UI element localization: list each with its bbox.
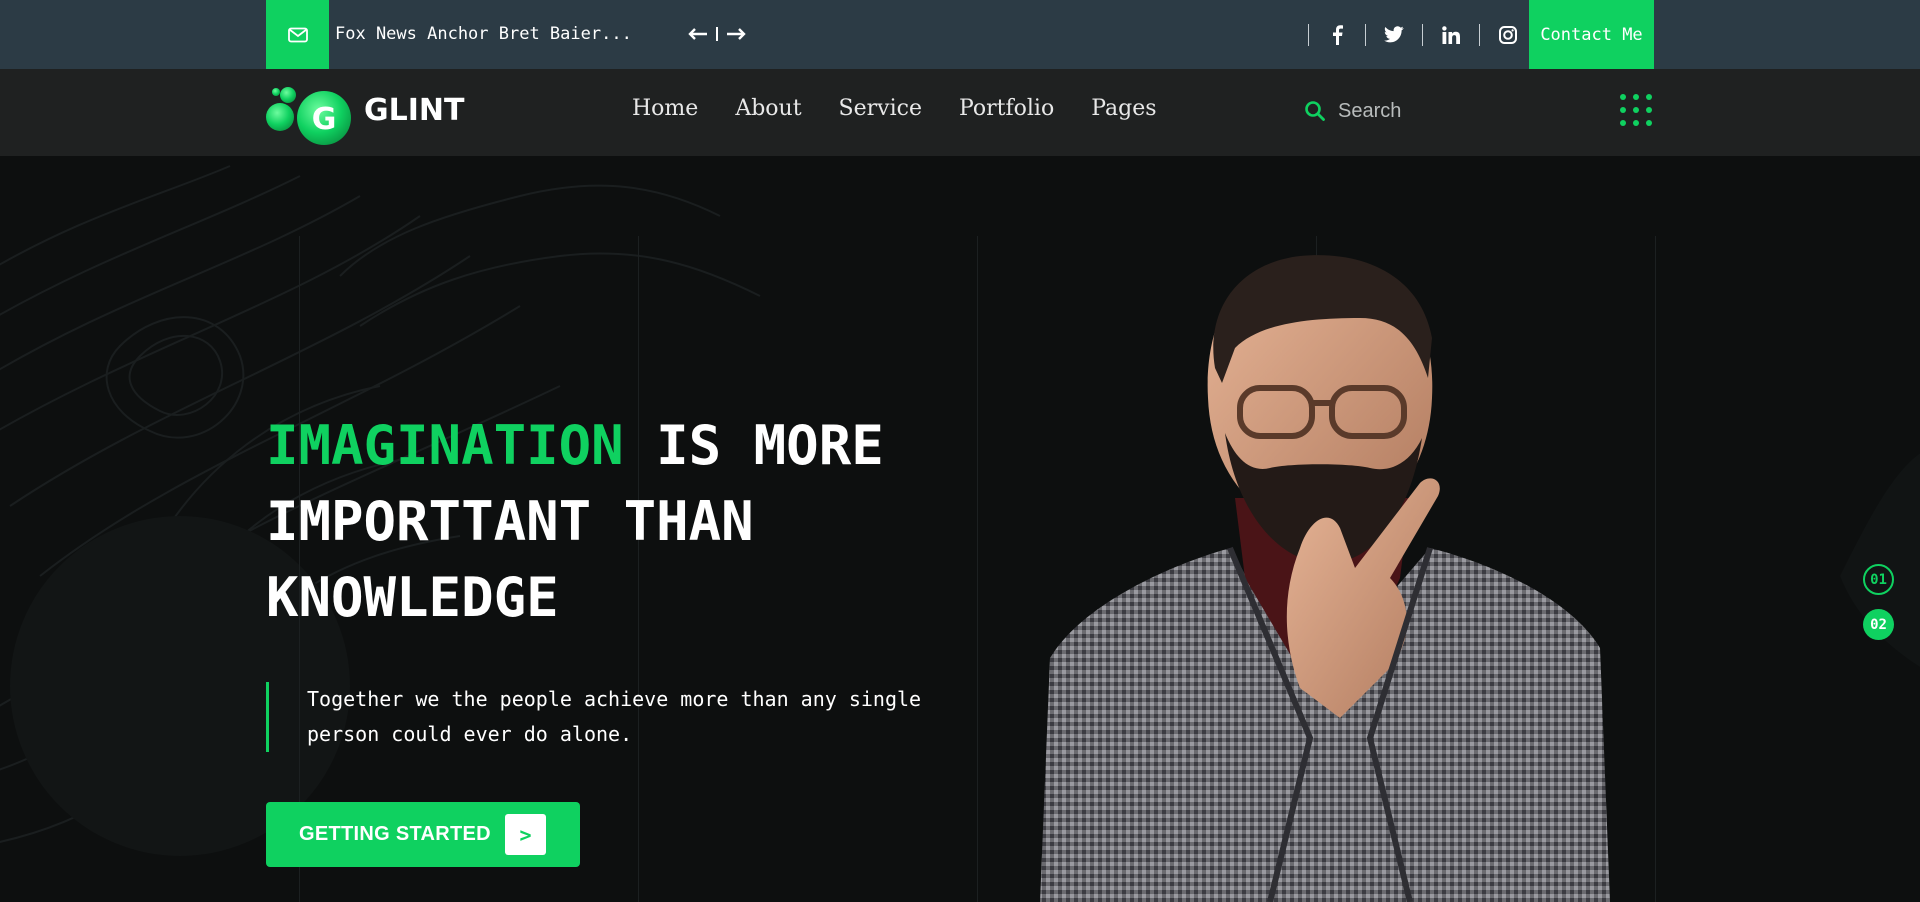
ticker-controls (688, 26, 746, 42)
search-box (1302, 91, 1532, 131)
facebook-icon[interactable] (1309, 0, 1365, 69)
ticker-divider (716, 27, 718, 41)
contact-me-button[interactable]: Contact Me (1529, 0, 1654, 69)
quote-line: Together we the people achieve more than… (307, 687, 922, 711)
search-input[interactable] (1338, 99, 1528, 123)
quote-line: person could ever do alone. (307, 722, 633, 746)
getting-started-button[interactable]: GETTING STARTED > (266, 802, 580, 867)
mail-button[interactable] (266, 0, 329, 69)
slide-pager: 01 02 (1863, 564, 1894, 640)
instagram-icon[interactable] (1480, 0, 1536, 69)
primary-menu: Home About Service Portfolio Pages (632, 96, 1194, 121)
envelope-icon (287, 27, 308, 42)
nav-item-service[interactable]: Service (839, 96, 922, 121)
top-bar: Fox News Anchor Bret Baier... Contact Me (0, 0, 1920, 69)
logo-wordmark[interactable]: GLINT (364, 93, 464, 128)
news-ticker[interactable]: Fox News Anchor Bret Baier... (335, 24, 632, 44)
nav-item-home[interactable]: Home (632, 96, 698, 121)
hero-portrait-image (1040, 255, 1610, 902)
grid-line (977, 236, 978, 902)
grid-line (1655, 236, 1656, 902)
hero-quote: Together we the people achieve more than… (266, 682, 926, 752)
nav-item-portfolio[interactable]: Portfolio (959, 96, 1054, 121)
cta-label: GETTING STARTED (299, 823, 491, 845)
nav-item-pages[interactable]: Pages (1091, 96, 1156, 121)
hero-section: IMAGINATION IS MORE IMPORTTANT THAN KNOW… (0, 156, 1920, 902)
linkedin-icon[interactable] (1423, 0, 1479, 69)
grid-dots-icon[interactable] (1620, 94, 1652, 126)
svg-text:G: G (312, 102, 337, 137)
search-icon[interactable] (1304, 100, 1326, 122)
headline-part-3: KNOWLEDGE (266, 566, 559, 629)
headline-part-1: IS MORE (623, 414, 884, 477)
headline-part-2: IMPORTTANT THAN (266, 490, 754, 553)
main-navbar: G GLINT Home About Service Portfolio Pag… (0, 69, 1920, 156)
twitter-icon[interactable] (1366, 0, 1422, 69)
arrow-right-icon[interactable] (726, 26, 746, 42)
slide-dot-2[interactable]: 02 (1863, 609, 1894, 640)
headline-accent: IMAGINATION (266, 414, 624, 477)
social-links (1308, 0, 1536, 69)
hero-headline: IMAGINATION IS MORE IMPORTTANT THAN KNOW… (266, 408, 884, 636)
arrow-left-icon[interactable] (688, 26, 708, 42)
nav-item-about[interactable]: About (735, 96, 801, 121)
slide-dot-1[interactable]: 01 (1863, 564, 1894, 595)
chevron-right-icon: > (505, 814, 546, 855)
